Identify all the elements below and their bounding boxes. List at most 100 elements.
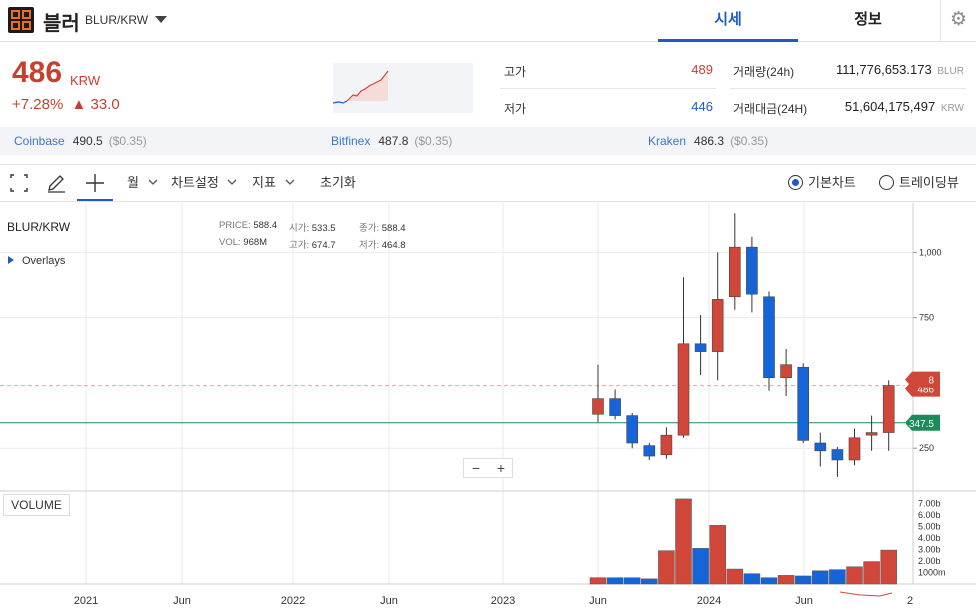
- triangle-right-icon: [8, 256, 14, 264]
- gear-icon[interactable]: ⚙: [940, 0, 976, 42]
- x-axis-label: 2022: [281, 595, 305, 607]
- volume-bar: [794, 575, 812, 585]
- price-axis-label: 1,000: [919, 247, 942, 257]
- volume-bar: [658, 550, 675, 585]
- coin-pair: BLUR/KRW: [85, 13, 149, 27]
- x-axis-label: Jun: [173, 595, 191, 607]
- low-value: 446: [691, 99, 713, 114]
- volume-axis-label: 4.00b: [918, 533, 941, 543]
- change-percent: +7.28%: [12, 96, 64, 113]
- price-currency: KRW: [70, 73, 101, 88]
- blur-logo-icon: [8, 7, 34, 33]
- volume-bar: [641, 578, 658, 585]
- zoom-controls: − +: [463, 458, 513, 478]
- x-axis-label: 2021: [74, 595, 98, 607]
- high-label: 고가: [504, 65, 527, 79]
- volume-bar: [709, 525, 726, 585]
- candle-body: [848, 437, 861, 461]
- candle-body: [643, 445, 656, 457]
- high-value: 489: [691, 62, 713, 77]
- candle-body: [711, 299, 724, 352]
- price-tag-partial: 8: [928, 376, 934, 387]
- price-change: +7.28% ▲ 33.0: [12, 96, 120, 113]
- exchange-kraken[interactable]: Kraken 486.3 ($0.35): [648, 134, 768, 148]
- tab-market[interactable]: 시세: [658, 0, 798, 42]
- price-tag-partial-bg: [905, 371, 940, 388]
- candle-body: [831, 449, 844, 461]
- basic-chart-label[interactable]: 기본차트: [808, 165, 856, 201]
- coin-name: 블러: [43, 13, 80, 35]
- price-chart[interactable]: 1,000 750 250 7.00b6.00b 5.00b4.00b 3.00b2.00…: [0, 203, 976, 610]
- crosshair-icon[interactable]: [77, 165, 113, 201]
- volume-axis-label: 7.00b: [918, 499, 941, 509]
- current-price: 486: [12, 56, 63, 89]
- price-axis-label: 250: [919, 443, 934, 453]
- chevron-down-icon: [285, 179, 295, 185]
- info-price: PRICE: 588.4: [219, 220, 278, 231]
- ma-line: [839, 591, 893, 597]
- amount-label: 거래대금(24H): [733, 102, 808, 116]
- trading-view-radio[interactable]: [879, 175, 894, 190]
- exchange-prices-bar: Coinbase 490.5 ($0.35) Bitfinex 487.8 ($0.35…: [0, 127, 976, 155]
- x-axis-label: 2024: [697, 595, 721, 607]
- volume-bar: [692, 548, 709, 585]
- volume-bar: [829, 569, 846, 585]
- low-label: 저가: [504, 102, 527, 116]
- divider: [730, 88, 966, 89]
- volume-bar: [846, 566, 863, 585]
- chart-pair-label: BLUR/KRW: [7, 220, 71, 234]
- exchange-bitfinex[interactable]: Bitfinex 487.8 ($0.35): [331, 134, 452, 148]
- volume-value: 111,776,653.173 BLUR: [836, 62, 964, 77]
- amount-value: 51,604,175,497 KRW: [844, 99, 964, 114]
- x-axis-label: Jun: [589, 595, 607, 607]
- volume-indicator-label[interactable]: VOLUME: [3, 494, 70, 516]
- info-close: 종가: 588.4: [359, 223, 406, 234]
- indicators-dropdown[interactable]: 지표: [252, 165, 296, 201]
- trading-view-label[interactable]: 트레이딩뷰: [899, 165, 959, 201]
- volume-bar: [675, 498, 692, 585]
- x-axis-label: 2023: [491, 595, 515, 607]
- volume-bar: [726, 568, 744, 585]
- overlays-toggle[interactable]: Overlays: [8, 255, 65, 267]
- info-low: 저가: 464.8: [359, 240, 406, 251]
- reset-button[interactable]: 초기화: [320, 165, 356, 201]
- x-axis-label: Jun: [795, 595, 813, 607]
- candle-body: [694, 343, 707, 352]
- candle-body: [746, 246, 758, 295]
- candle-body: [626, 415, 639, 444]
- price-axis-label: 750: [919, 313, 934, 323]
- chart-settings-dropdown[interactable]: 차트설정: [171, 165, 238, 201]
- volume-axis-label: 2.00b: [918, 556, 941, 566]
- exchange-coinbase[interactable]: Coinbase 490.5 ($0.35): [14, 134, 147, 148]
- tab-info[interactable]: 정보: [798, 0, 938, 42]
- fullscreen-icon[interactable]: [10, 165, 30, 201]
- candle-body: [660, 434, 673, 456]
- volume-axis-label: 1000m: [918, 568, 946, 578]
- info-open: 시가: 533.5: [289, 223, 336, 234]
- volume-bar: [777, 575, 795, 585]
- volume-bar: [589, 577, 607, 585]
- volume-bar: [623, 577, 641, 585]
- basic-chart-radio[interactable]: [788, 175, 803, 190]
- support-price-tag: 347.5: [909, 419, 934, 430]
- volume-bar: [606, 577, 624, 585]
- candle-body: [780, 364, 792, 379]
- zoom-out-button[interactable]: −: [464, 459, 488, 477]
- volume-axis-label: 3.00b: [918, 545, 941, 555]
- zoom-in-button[interactable]: +: [489, 459, 513, 477]
- chevron-down-icon[interactable]: [155, 16, 167, 23]
- chevron-down-icon: [148, 179, 158, 185]
- volume-bar: [760, 577, 778, 585]
- x-axis-label: Jun: [380, 595, 398, 607]
- change-amount: 33.0: [90, 96, 120, 113]
- divider: [500, 88, 716, 89]
- header: 블러 BLUR/KRW 시세 정보 ⚙: [0, 0, 976, 42]
- x-axis-label: 2: [907, 595, 913, 607]
- sparkline-chart: [332, 63, 473, 113]
- candle-body: [882, 385, 895, 433]
- volume-bar: [812, 570, 829, 585]
- pencil-icon[interactable]: [46, 165, 68, 201]
- volume-axis-label: 6.00b: [918, 510, 941, 520]
- period-dropdown[interactable]: 월: [127, 165, 159, 201]
- candle-body: [677, 343, 690, 436]
